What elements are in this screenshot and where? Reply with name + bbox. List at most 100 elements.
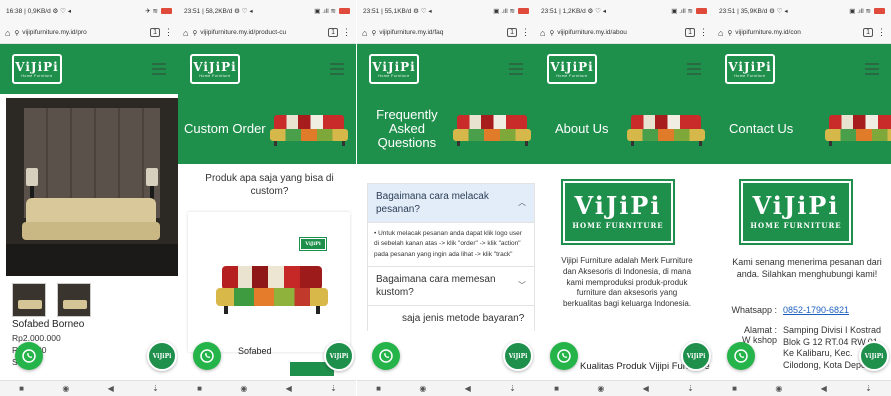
menu-icon[interactable]: ⋮ xyxy=(699,27,708,38)
browser-url-bar[interactable]: ⌂ ⚲ vijipifurniture.my.id/con 1 ⋮ xyxy=(713,22,891,44)
site-header: ViJiPi Home Furniture xyxy=(178,44,356,94)
product-photo[interactable] xyxy=(6,98,178,276)
status-left: 23:51 | 1,2KB/d ⚙ ♡ ◂ xyxy=(541,8,607,15)
home-icon[interactable]: ⌂ xyxy=(183,28,188,38)
sofa-image xyxy=(625,111,707,147)
keyboard-hide-icon[interactable]: ⇣ xyxy=(152,384,159,393)
whatsapp-button[interactable] xyxy=(193,342,221,370)
faq-question[interactable]: Bagaimana cara memesan kustom? ﹀ xyxy=(367,266,535,306)
url-text: vijipifurniture.my.id/con xyxy=(735,29,801,36)
home-nav-icon[interactable]: ◉ xyxy=(419,384,426,393)
browser-url-bar[interactable]: ⌂ ⚲ vijipifurniture.my.id/abou 1 ⋮ xyxy=(535,22,713,44)
site-header: ViJiPi Home Furniture xyxy=(713,44,891,94)
back-icon[interactable]: ◀ xyxy=(108,384,114,393)
android-nav-bar: ■ ◉ ◀ ⇣ xyxy=(178,380,356,396)
site-info-icon[interactable]: ⚲ xyxy=(549,29,554,37)
keyboard-hide-icon[interactable]: ⇣ xyxy=(865,384,872,393)
back-icon[interactable]: ◀ xyxy=(465,384,471,393)
recents-icon[interactable]: ■ xyxy=(197,384,202,393)
home-icon[interactable]: ⌂ xyxy=(540,28,545,38)
phone-faq: 23:51 | 55,1KB/d ⚙ ♡ ◂ ▣ .ıll ≋ ⌂ ⚲ vijip… xyxy=(357,0,535,396)
status-left: 23:51 | 55,1KB/d ⚙ ♡ ◂ xyxy=(363,8,432,15)
home-nav-icon[interactable]: ◉ xyxy=(240,384,247,393)
site-logo[interactable]: ViJiPi Home Furniture xyxy=(547,54,597,84)
home-nav-icon[interactable]: ◉ xyxy=(62,384,69,393)
back-icon[interactable]: ◀ xyxy=(821,384,827,393)
menu-icon[interactable]: ⋮ xyxy=(164,27,173,38)
whatsapp-button[interactable] xyxy=(372,342,400,370)
recents-icon[interactable]: ■ xyxy=(732,384,737,393)
keyboard-hide-icon[interactable]: ⇣ xyxy=(509,384,516,393)
menu-icon[interactable]: ⋮ xyxy=(521,27,530,38)
recents-icon[interactable]: ■ xyxy=(19,384,24,393)
tabs-button[interactable]: 1 xyxy=(507,28,517,37)
sofa-image xyxy=(823,111,891,147)
page-title: About Us xyxy=(555,120,609,136)
hamburger-icon[interactable] xyxy=(687,63,701,75)
hamburger-icon[interactable] xyxy=(330,63,344,75)
hamburger-icon[interactable] xyxy=(152,63,166,75)
logo-fab-button[interactable]: ViJiPi xyxy=(681,341,711,371)
url-field[interactable]: ⚲ vijipifurniture.my.id/faq xyxy=(371,29,503,37)
faq-question[interactable]: saja jenis metode bayaran? xyxy=(367,305,535,332)
url-field[interactable]: ⚲ vijipifurniture.my.id/abou xyxy=(549,29,681,37)
recents-icon[interactable]: ■ xyxy=(376,384,381,393)
contact-intro: Kami senang menerima pesanan dari anda. … xyxy=(732,257,882,280)
browser-url-bar[interactable]: ⌂ ⚲ vijipifurniture.my.id/pro 1 ⋮ xyxy=(0,22,178,44)
whatsapp-button[interactable] xyxy=(15,342,43,370)
back-icon[interactable]: ◀ xyxy=(286,384,292,393)
site-logo[interactable]: ViJiPi Home Furniture xyxy=(190,54,240,84)
logo-fab-button[interactable]: ViJiPi xyxy=(147,341,177,371)
site-info-icon[interactable]: ⚲ xyxy=(14,29,19,37)
faq-question[interactable]: Bagaimana cara melacak pesanan? ︿ xyxy=(367,183,535,222)
whatsapp-button[interactable] xyxy=(727,342,755,370)
status-bar: 23:51 | 35,9KB/d ⚙ ♡ ◂ ▣ .ıll ≋ xyxy=(713,0,891,22)
site-info-icon[interactable]: ⚲ xyxy=(727,29,732,37)
logo-fab-button[interactable]: ViJiPi xyxy=(859,341,889,371)
battery-icon xyxy=(874,8,885,14)
url-field[interactable]: ⚲ vijipifurniture.my.id/con xyxy=(727,29,859,37)
site-info-icon[interactable]: ⚲ xyxy=(192,29,197,37)
home-nav-icon[interactable]: ◉ xyxy=(775,384,782,393)
home-icon[interactable]: ⌂ xyxy=(5,28,10,38)
site-logo[interactable]: ViJiPi Home Furniture xyxy=(725,54,775,84)
whatsapp-icon xyxy=(200,349,214,363)
product-card[interactable]: ViJiPi xyxy=(188,212,350,352)
site-info-icon[interactable]: ⚲ xyxy=(371,29,376,37)
browser-url-bar[interactable]: ⌂ ⚲ vijipifurniture.my.id/product-cu 1 ⋮ xyxy=(178,22,356,44)
home-icon[interactable]: ⌂ xyxy=(362,28,367,38)
tabs-button[interactable]: 1 xyxy=(863,28,873,37)
home-nav-icon[interactable]: ◉ xyxy=(597,384,604,393)
product-thumbnail[interactable] xyxy=(12,283,46,317)
url-field[interactable]: ⚲ vijipifurniture.my.id/pro xyxy=(14,29,146,37)
site-logo[interactable]: ViJiPi Home Furniture xyxy=(369,54,419,84)
status-right: ▣ .ıll ≋ xyxy=(314,8,336,15)
android-nav-bar: ■ ◉ ◀ ⇣ xyxy=(535,380,713,396)
site-header: ViJiPi Home Furniture xyxy=(357,44,535,94)
hamburger-icon[interactable] xyxy=(509,63,523,75)
menu-icon[interactable]: ⋮ xyxy=(877,27,886,38)
status-right: ▣ .ıll ≋ xyxy=(493,8,515,15)
logo-fab-button[interactable]: ViJiPi xyxy=(503,341,533,371)
menu-icon[interactable]: ⋮ xyxy=(342,27,351,38)
whatsapp-link[interactable]: 0852-1790-6821 xyxy=(783,305,849,317)
back-icon[interactable]: ◀ xyxy=(643,384,649,393)
product-card-label: Sofabed xyxy=(238,346,272,356)
hamburger-icon[interactable] xyxy=(865,63,879,75)
status-right: ▣ .ıll ≋ xyxy=(849,8,871,15)
url-field[interactable]: ⚲ vijipifurniture.my.id/product-cu xyxy=(192,29,324,37)
site-logo[interactable]: ViJiPi Home Furniture xyxy=(12,54,62,84)
brand-logo: ViJiPi HOME FURNITURE xyxy=(739,179,853,245)
browser-url-bar[interactable]: ⌂ ⚲ vijipifurniture.my.id/faq 1 ⋮ xyxy=(357,22,535,44)
tabs-button[interactable]: 1 xyxy=(328,28,338,37)
tabs-button[interactable]: 1 xyxy=(685,28,695,37)
tabs-button[interactable]: 1 xyxy=(150,28,160,37)
android-nav-bar: ■ ◉ ◀ ⇣ xyxy=(0,380,178,396)
home-icon[interactable]: ⌂ xyxy=(718,28,723,38)
product-thumbnail[interactable] xyxy=(57,283,91,317)
logo-fab-button[interactable]: ViJiPi xyxy=(324,341,354,371)
keyboard-hide-icon[interactable]: ⇣ xyxy=(687,384,694,393)
whatsapp-button[interactable] xyxy=(550,342,578,370)
recents-icon[interactable]: ■ xyxy=(554,384,559,393)
keyboard-hide-icon[interactable]: ⇣ xyxy=(330,384,337,393)
